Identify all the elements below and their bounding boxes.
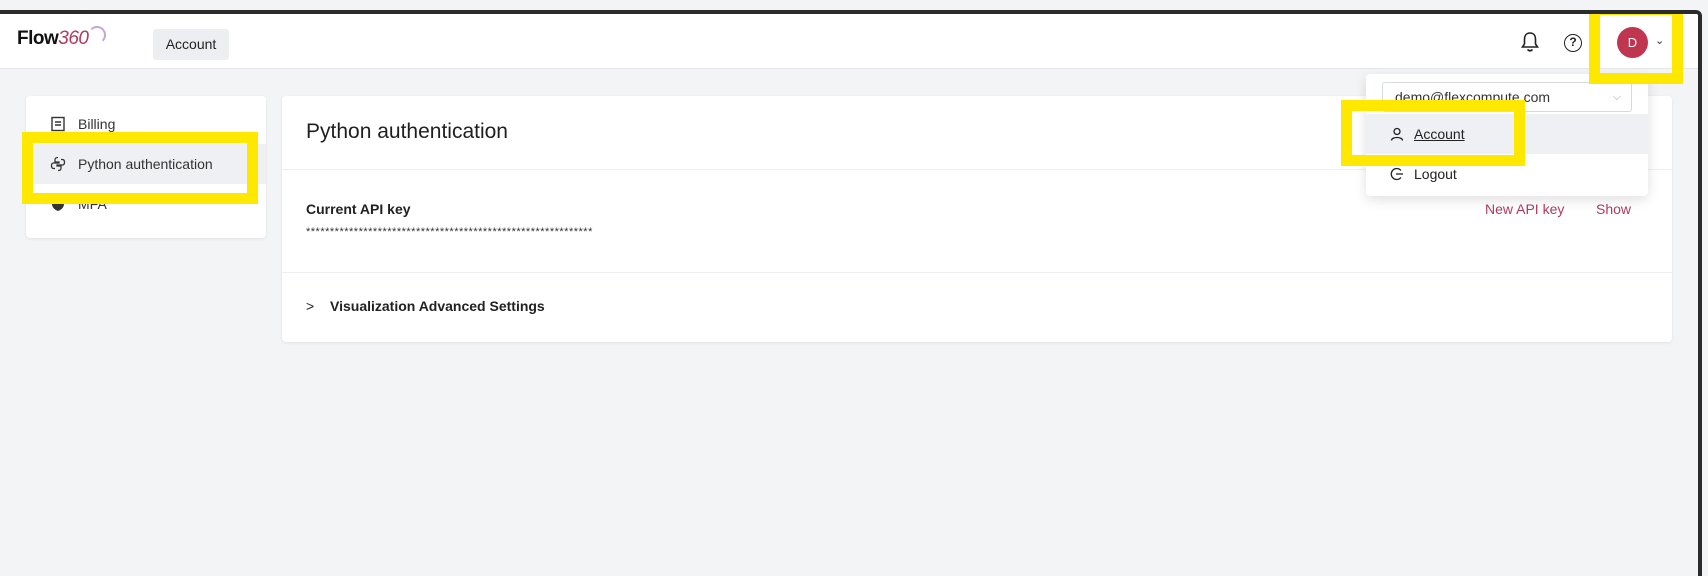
divider: [282, 272, 1672, 273]
api-key-value: ****************************************…: [306, 226, 593, 238]
new-api-key-link[interactable]: New API key: [1485, 201, 1564, 217]
visualization-settings-label: Visualization Advanced Settings: [330, 298, 545, 314]
help-icon[interactable]: ?: [1564, 34, 1582, 52]
chevron-right-icon: >: [306, 298, 315, 314]
show-api-key-link[interactable]: Show: [1596, 201, 1631, 217]
top-header: Flow360 Account ? D ⌄: [0, 14, 1698, 69]
logo-text: Flow: [17, 28, 59, 49]
billing-icon: [51, 116, 65, 132]
flow360-logo[interactable]: Flow360: [17, 28, 89, 50]
page-title: Python authentication: [306, 120, 508, 143]
highlight-box: [1341, 100, 1525, 166]
sidebar-item-label: Billing: [78, 116, 116, 132]
visualization-settings-toggle[interactable]: > Visualization Advanced Settings: [306, 298, 545, 314]
menu-item-label: Logout: [1414, 166, 1457, 182]
highlight-box: [22, 132, 258, 204]
chevron-down-icon: ⌵: [1612, 91, 1621, 103]
logo-swirl-icon: [88, 26, 106, 44]
highlight-box: [1589, 14, 1683, 84]
api-key-label: Current API key: [306, 201, 411, 217]
bell-icon[interactable]: [1520, 31, 1540, 53]
app-window: Flow360 Account ? D ⌄ Billing Python aut…: [0, 10, 1702, 576]
logout-icon: [1390, 167, 1403, 181]
tab-account[interactable]: Account: [153, 29, 229, 60]
logo-number: 360: [58, 28, 89, 49]
